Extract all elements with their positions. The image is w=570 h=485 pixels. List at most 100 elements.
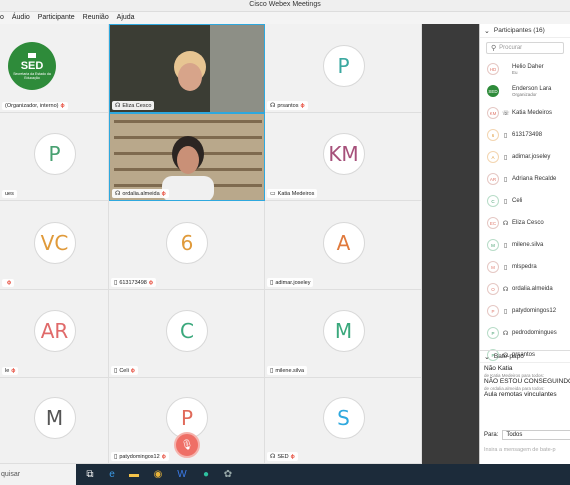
participant-avatar: P — [487, 305, 499, 317]
participant-tile[interactable]: S ☊ SED ϕ — [265, 378, 422, 464]
task-view-icon[interactable]: ⧉ — [82, 467, 98, 482]
chat-header[interactable]: ⌄ Bate-papo — [480, 351, 570, 363]
search-placeholder: Procurar — [499, 45, 523, 51]
participant-tile[interactable]: KM ▭ Katia Medeiros — [265, 113, 422, 201]
participant-list-item[interactable]: P ▯ patydomingos12 — [480, 300, 570, 322]
participant-list-label: Helio Daher — [512, 63, 544, 70]
avatar: S — [322, 397, 365, 439]
participant-list-name: Eliza Cesco — [512, 220, 544, 226]
chat-message: Aula remotas vinculantes — [484, 391, 557, 398]
microphone-muted-icon: ϕ — [290, 453, 295, 460]
participant-search-input[interactable]: ⚲ Procurar — [486, 42, 564, 54]
video-tile[interactable]: ☊ Eliza Cesco — [109, 24, 265, 113]
avatar: AR — [33, 310, 76, 352]
participant-list-name: ordalia.almeida — [512, 286, 553, 292]
participant-list-item[interactable]: SED Enderson Lara Organizador — [480, 80, 570, 102]
logo-subtext: Secretaria da Estado da Educação — [13, 71, 51, 80]
participant-list-name: mlspedra — [512, 264, 537, 270]
menu-bar: o Áudio Participante Reunião Ajuda — [0, 12, 570, 24]
participant-avatar: AR — [487, 173, 499, 185]
participant-list-name: Celi — [512, 198, 522, 204]
participant-tile[interactable]: AR le ϕ — [0, 290, 109, 378]
participant-list-item[interactable]: C ▯ Celi — [480, 190, 570, 212]
participant-list-name: 613173498 — [512, 132, 542, 138]
participant-list-name: Katia Medeiros — [512, 110, 552, 116]
participant-list-item[interactable]: M ▯ mlspedra — [480, 256, 570, 278]
participant-list-item[interactable]: P ☊ pedrodomingues — [480, 322, 570, 344]
participant-list: HD Helio Daher Eu SED Enderson Lara Organizad… — [480, 58, 570, 366]
chrome-icon[interactable]: ◉ — [150, 467, 166, 482]
person-face — [177, 146, 199, 174]
microphone-muted-icon: ϕ — [300, 102, 305, 109]
file-explorer-icon[interactable]: ▬ — [126, 467, 142, 482]
taskbar-search[interactable]: quisar — [0, 464, 76, 485]
search-icon: ⚲ — [491, 45, 497, 52]
participant-tile[interactable]: 6 ▯ 613173498 ϕ — [109, 201, 265, 290]
title-bar: Cisco Webex Meetings — [0, 0, 570, 12]
name-plate: ues — [2, 190, 17, 198]
participant-list-label: 613173498 — [512, 132, 543, 138]
participant-list-item[interactable]: AR ▯ Adriana Recalde — [480, 168, 570, 190]
app-icon[interactable]: ✿ — [220, 467, 236, 482]
device-icon: ▯ — [503, 132, 508, 139]
participant-tile[interactable]: C ▯ Celi ϕ — [109, 290, 265, 378]
participants-header[interactable]: ⌄ Participantes (16) — [480, 24, 570, 38]
menu-item-participant[interactable]: Participante — [35, 12, 78, 23]
sed-logo: SED Secretaria da Estado da Educação — [8, 42, 56, 90]
logo-text: SED — [20, 59, 44, 72]
microphone-muted-icon: ϕ — [11, 368, 16, 374]
video-tile[interactable]: ☊ ordalia.almeida ϕ — [109, 113, 265, 201]
participant-list-item[interactable]: O ☊ ordalia.almeida — [480, 278, 570, 300]
chat-input[interactable]: Insira a mensagem de bate-p — [484, 447, 556, 453]
microphone-muted-icon: ϕ — [130, 367, 135, 374]
menu-item-audio[interactable]: Áudio — [9, 12, 33, 23]
participant-list-item[interactable]: HD Helio Daher Eu — [480, 58, 570, 80]
mute-button[interactable]: 🎙 — [174, 432, 200, 458]
participant-tile[interactable]: M — [0, 378, 109, 464]
participant-list-label: patydomingos12 — [512, 308, 557, 314]
chat-title: Bate-papo — [493, 353, 524, 360]
participant-list-label: pedrodomingues — [512, 330, 557, 336]
participant-list-item[interactable]: KM ☏ Katia Medeiros — [480, 102, 570, 124]
chat-messages: Não Katia de Katia Medeiros para todos: … — [480, 363, 570, 401]
participants-title: Participantes (16) — [493, 27, 545, 34]
edge-icon[interactable]: e — [104, 467, 120, 482]
participant-tile[interactable]: A ▯ adimar.joseley — [265, 201, 422, 290]
name-plate: ▯ adimar.joseley — [267, 278, 314, 287]
webex-icon[interactable]: ● — [198, 467, 214, 482]
menu-item-partial[interactable]: o — [0, 12, 7, 23]
avatar: P — [33, 133, 76, 175]
participant-avatar: HD — [487, 63, 499, 75]
avatar: VC — [33, 221, 76, 264]
participant-list-name: patydomingos12 — [512, 308, 556, 314]
participant-list-item[interactable]: EC ☊ Eliza Cesco — [480, 212, 570, 234]
device-icon: ▯ — [503, 198, 508, 205]
menu-item-help[interactable]: Ajuda — [114, 12, 138, 23]
participant-tile[interactable]: SED Secretaria da Estado da Educação (Orga… — [0, 24, 109, 113]
name-plate: ▯ milene.silva — [267, 366, 308, 375]
participant-tile[interactable]: M ▯ milene.silva — [265, 290, 422, 378]
phone-icon: ▯ — [270, 280, 274, 286]
chat-recipient-select[interactable]: Todos — [502, 430, 570, 440]
participant-tile[interactable]: Pues — [0, 113, 109, 201]
participant-list-label: ordalia.almeida — [512, 286, 553, 292]
name-plate: ☊ Eliza Cesco — [112, 101, 155, 110]
word-icon[interactable]: W — [174, 467, 190, 482]
headset-icon: ☊ — [270, 454, 276, 460]
participant-avatar: C — [487, 195, 499, 207]
microphone-muted-icon: ϕ — [161, 190, 166, 197]
menu-item-meeting[interactable]: Reunião — [80, 12, 112, 23]
participant-tile[interactable]: P ☊ prsantos ϕ — [265, 24, 422, 113]
chat-panel: ⌄ Bate-papo Não Katia de Katia Medeiros … — [480, 350, 570, 464]
avatar: C — [166, 310, 208, 352]
participant-list-item[interactable]: 6 ▯ 613173498 — [480, 124, 570, 146]
participant-list-name: milene.silva — [512, 242, 543, 248]
participant-list-item[interactable]: A ▯ adimar.joseley — [480, 146, 570, 168]
participant-avatar: SED — [487, 85, 499, 97]
participant-list-item[interactable]: M ▯ milene.silva — [480, 234, 570, 256]
participant-role: Eu — [512, 69, 518, 75]
avatar: M — [33, 397, 76, 439]
participant-name: patydomingos12 — [119, 453, 160, 460]
participant-tile[interactable]: VC ϕ — [0, 201, 109, 290]
taskbar: quisar ⧉ e ▬ ◉ W ● ✿ — [0, 464, 570, 485]
